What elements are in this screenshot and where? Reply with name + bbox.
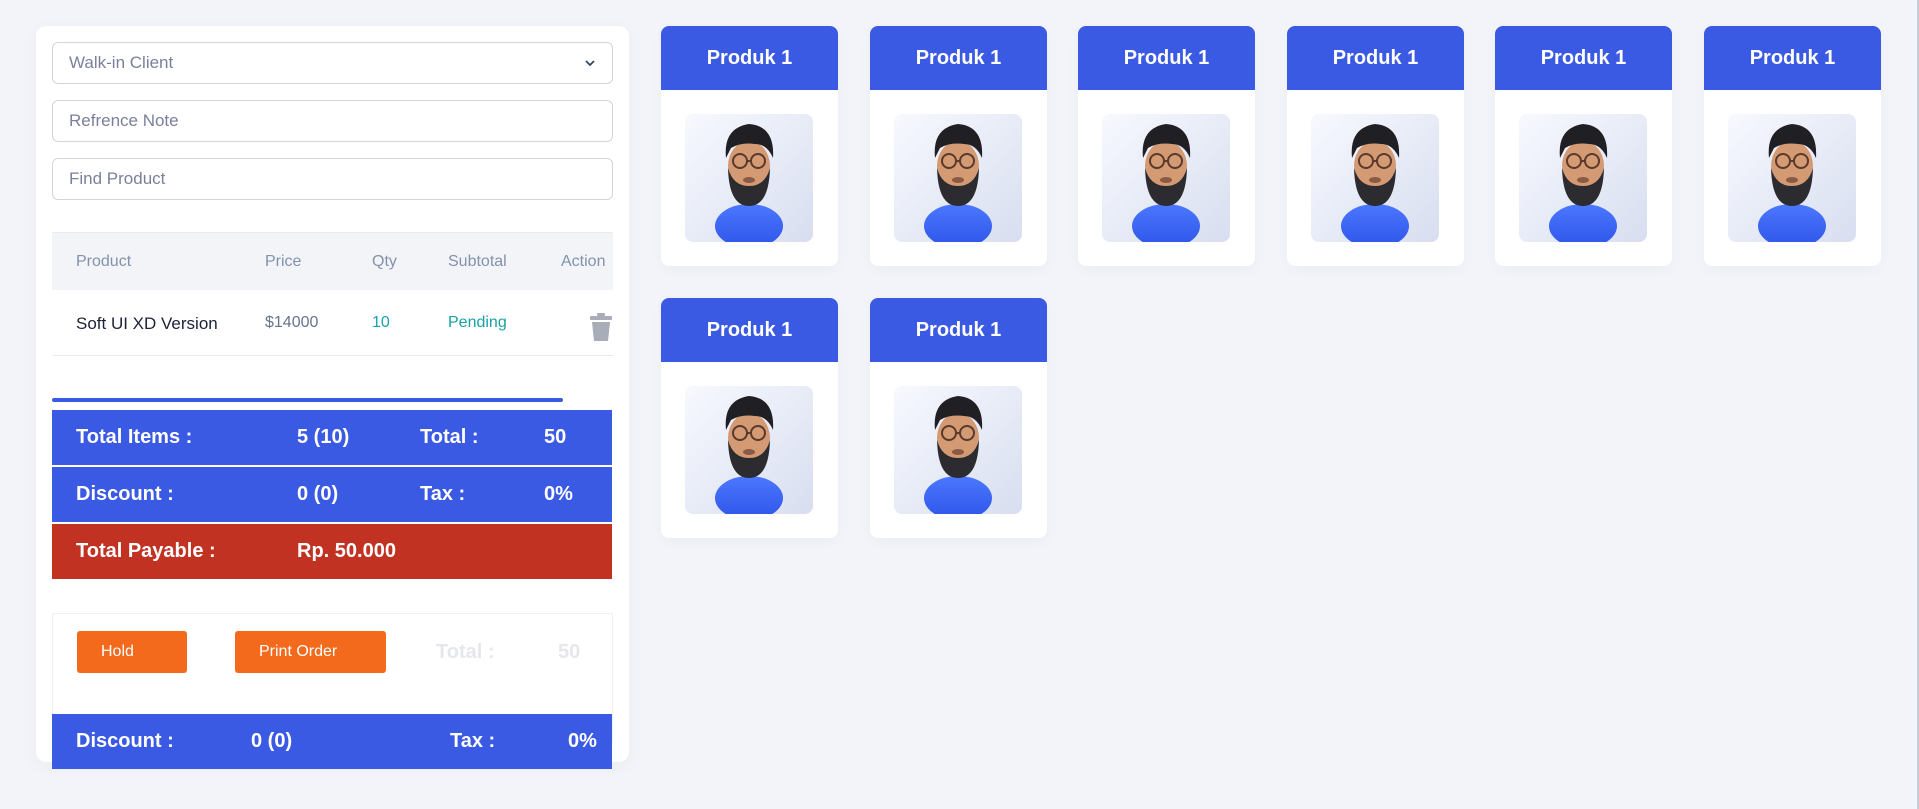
summary-payable-row: Total Payable : Rp. 50.000 — [52, 524, 612, 579]
product-avatar-image — [685, 386, 813, 514]
product-card[interactable]: Produk 1 — [661, 298, 838, 538]
row-price: $14000 — [265, 314, 319, 331]
discount-value: 0 (0) — [297, 483, 339, 505]
product-card[interactable]: Produk 1 — [870, 26, 1047, 266]
hold-button[interactable]: Hold — [77, 631, 187, 673]
row-product-name: Soft UI XD Version — [76, 314, 218, 333]
column-subtotal: Subtotal — [448, 253, 507, 270]
discount-label: Discount : — [76, 483, 174, 505]
actions-tax-value: 0% — [568, 730, 597, 752]
product-title: Produk 1 — [661, 26, 838, 90]
product-avatar-image — [1728, 114, 1856, 242]
column-price: Price — [265, 253, 302, 270]
product-title: Produk 1 — [870, 26, 1047, 90]
total-items-value: 5 (10) — [297, 426, 350, 448]
product-card[interactable]: Produk 1 — [1287, 26, 1464, 266]
product-avatar-image — [1519, 114, 1647, 242]
total-label: Total : — [420, 426, 479, 448]
row-qty: 10 — [372, 314, 390, 331]
column-qty: Qty — [372, 253, 397, 270]
tax-value: 0% — [544, 483, 573, 505]
column-action: Action — [561, 253, 606, 270]
product-avatar-image — [685, 114, 813, 242]
product-title: Produk 1 — [1078, 26, 1255, 90]
product-card[interactable]: Produk 1 — [1704, 26, 1881, 266]
product-card[interactable]: Produk 1 — [1495, 26, 1672, 266]
chevron-down-icon — [585, 60, 595, 67]
product-card[interactable]: Produk 1 — [1078, 26, 1255, 266]
table-row: Soft UI XD Version $14000 10 Pending — [52, 290, 613, 356]
reference-note-placeholder: Refrence Note — [69, 111, 179, 130]
client-select[interactable]: Walk-in Client — [52, 42, 613, 84]
summary-total-items-row: Total Items : 5 (10) Total : 50 — [52, 410, 612, 465]
row-subtotal: Pending — [448, 314, 507, 331]
payable-label: Total Payable : — [76, 540, 216, 562]
table-header: Product Price Qty Subtotal Action — [52, 232, 613, 290]
order-panel: Walk-in Client Refrence Note Find Produc… — [36, 26, 629, 769]
total-value: 50 — [544, 426, 567, 448]
table-scrollbar[interactable] — [52, 398, 563, 402]
column-product: Product — [76, 253, 132, 270]
trash-icon[interactable] — [589, 312, 613, 342]
product-title: Produk 1 — [1495, 26, 1672, 90]
cart-table: Product Price Qty Subtotal Action Soft U… — [52, 232, 613, 360]
total-items-label: Total Items : — [76, 426, 193, 448]
reference-note-input[interactable]: Refrence Note — [52, 100, 613, 142]
product-card[interactable]: Produk 1 — [870, 298, 1047, 538]
payable-value: Rp. 50.000 — [297, 540, 396, 562]
product-avatar-image — [894, 114, 1022, 242]
product-avatar-image — [894, 386, 1022, 514]
tax-label: Tax : — [420, 483, 466, 505]
product-title: Produk 1 — [870, 298, 1047, 362]
product-avatar-image — [1311, 114, 1439, 242]
find-product-input[interactable]: Find Product — [52, 158, 613, 200]
product-card[interactable]: Produk 1 — [661, 26, 838, 266]
summary-discount-row: Discount : 0 (0) Tax : 0% — [52, 467, 612, 522]
find-product-placeholder: Find Product — [69, 169, 166, 188]
actions-discount-value: 0 (0) — [251, 730, 293, 752]
product-title: Produk 1 — [661, 298, 838, 362]
actions-total-label: Total : — [436, 641, 495, 663]
client-select-value: Walk-in Client — [69, 53, 174, 72]
actions-discount-row: Discount : 0 (0) Tax : 0% — [52, 714, 612, 769]
actions-discount-label: Discount : — [76, 730, 174, 752]
product-title: Produk 1 — [1287, 26, 1464, 90]
product-title: Produk 1 — [1704, 26, 1881, 90]
actions-total-value: 50 — [558, 641, 581, 663]
actions-tax-label: Tax : — [450, 730, 496, 752]
product-avatar-image — [1102, 114, 1230, 242]
print-order-button[interactable]: Print Order — [235, 631, 386, 673]
